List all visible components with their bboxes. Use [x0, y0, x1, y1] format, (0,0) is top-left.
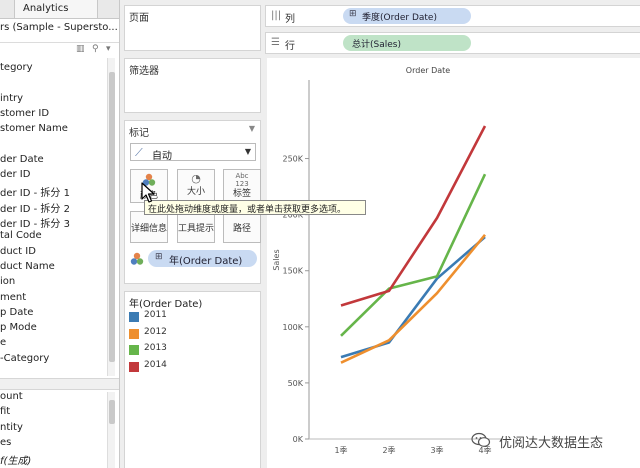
legend-label: 2013 — [144, 343, 167, 353]
expand-icon[interactable]: ⊞ — [155, 252, 163, 262]
marks-title: 标记 — [129, 128, 149, 139]
dimension-field[interactable]: stomer ID — [0, 108, 49, 123]
filters-card[interactable]: 筛选器 — [124, 58, 261, 113]
watermark: 优阅达大数据生态 — [471, 430, 631, 451]
legend-swatch — [129, 328, 139, 339]
columns-shelf[interactable]: ||| 列 ⊞ 季度(Order Date) — [265, 5, 640, 27]
legend-swatch — [129, 312, 139, 322]
legend-label: 2012 — [144, 326, 167, 337]
chevron-down-icon: ▼ — [244, 147, 251, 156]
y-tick-label: 50K — [288, 379, 304, 388]
dimension-field[interactable]: -Category — [0, 353, 49, 368]
size-button[interactable]: ◔ 大小 — [177, 169, 215, 203]
dimension-field[interactable]: der ID - 拆分 3 — [0, 215, 70, 230]
mark-type-select[interactable]: ⟋ 自动 ▼ — [130, 143, 256, 162]
dimension-field[interactable]: stomer Name — [0, 123, 68, 138]
y-tick-label: 250K — [282, 155, 303, 164]
columns-pill[interactable]: ⊞ 季度(Order Date) — [343, 8, 471, 24]
columns-icon: ||| — [271, 10, 282, 21]
wechat-icon — [471, 432, 491, 447]
legend-swatch — [129, 361, 139, 372]
x-tick-label: 1季 — [334, 445, 347, 455]
measures-scrollbar[interactable] — [107, 392, 115, 468]
label-button-label: 标签 — [232, 189, 251, 199]
line-chart: Order DateSales0K50K100K150K200K250K1季 2季… — [272, 66, 503, 455]
line-chart-icon: ⟋ — [135, 146, 143, 159]
rows-pill-label: 总计(Sales) — [352, 40, 401, 50]
data-pane-tools: ▥ ⚲ ▾ — [0, 42, 119, 56]
x-tick-label: 3季 — [430, 445, 443, 455]
dimension-field[interactable]: duct ID — [0, 246, 36, 261]
color-icon — [130, 252, 144, 265]
view-toggle-icon[interactable]: ▥ — [76, 44, 85, 54]
dimension-field[interactable]: der ID - 拆分 1 — [0, 184, 70, 199]
dimension-field[interactable]: ion — [0, 276, 15, 291]
dimension-field[interactable]: ment — [0, 292, 26, 307]
legend-title[interactable]: 年(Order Date) — [129, 295, 202, 310]
mark-color-pill[interactable]: ⊞ 年(Order Date) — [148, 250, 257, 267]
pages-title: 页面 — [129, 13, 149, 24]
measure-field[interactable]: fit — [0, 406, 10, 421]
legend-label: 2014 — [144, 359, 167, 370]
expand-icon[interactable]: ⊞ — [349, 9, 357, 19]
label-icon: Abc 123 — [235, 172, 249, 188]
marks-menu-icon[interactable]: ▼ — [249, 124, 255, 133]
y-tick-label: 0K — [293, 435, 304, 444]
measures-separator — [0, 378, 119, 390]
data-pane: Analytics rs (Sample - Supersto... ▥ ⚲ ▾… — [0, 0, 120, 468]
data-pane-tabbar: Analytics — [0, 0, 119, 19]
size-icon: ◔ — [191, 172, 201, 185]
dimension-field[interactable]: p Date — [0, 307, 33, 322]
pages-card[interactable]: 页面 — [124, 5, 261, 51]
chart-title: Order Date — [406, 66, 450, 75]
rows-icon: ☰ — [271, 37, 280, 48]
tooltip-button[interactable]: 工具提示 — [177, 211, 215, 243]
chart-area: Order Date Sales 0K 50K 100K 150K 200K 250K 1季 2季… — [267, 58, 640, 468]
measure-field[interactable]: ount — [0, 391, 23, 406]
path-button[interactable]: 路径 — [223, 211, 261, 243]
x-tick-label: 2季 — [382, 445, 395, 455]
measure-field[interactable]: f(生成) — [0, 452, 31, 467]
columns-pill-label: 季度(Order Date) — [362, 13, 437, 23]
series-line-2014[interactable] — [340, 125, 487, 307]
mark-type-value: 自动 — [152, 151, 172, 162]
tab-analytics[interactable]: Analytics — [14, 0, 98, 19]
color-legend-card: 年(Order Date) 2011 2012 2013 2014 — [124, 291, 261, 468]
filters-title: 筛选器 — [129, 66, 159, 77]
dimension-field[interactable]: der Date — [0, 154, 44, 169]
dimension-field[interactable]: tal Code — [0, 230, 42, 245]
mark-color-pill-label: 年(Order Date) — [169, 256, 243, 267]
pane-menu-icon[interactable]: ▾ — [106, 44, 111, 54]
legend-label: 2011 — [144, 310, 167, 320]
legend-swatch — [129, 345, 139, 355]
dimensions-scrollbar[interactable] — [107, 58, 115, 376]
dimension-field[interactable]: der ID — [0, 169, 30, 184]
size-button-label: 大小 — [186, 187, 205, 197]
dimension-field[interactable]: der ID - 拆分 2 — [0, 200, 70, 215]
dimension-field[interactable]: e — [0, 337, 6, 352]
y-tick-label: 100K — [282, 323, 303, 332]
label-button[interactable]: Abc 123 标签 — [223, 169, 261, 203]
rows-pill[interactable]: 总计(Sales) — [343, 35, 471, 51]
dimension-field[interactable]: intry — [0, 93, 23, 108]
watermark-text: 优阅达大数据生态 — [499, 436, 604, 451]
measure-field[interactable]: es — [0, 437, 11, 452]
drop-hint-tooltip: 在此处拖动维度或度量，或者单击获取更多选项。 — [144, 200, 366, 215]
rows-shelf[interactable]: ☰ 行 总计(Sales) — [265, 32, 640, 54]
y-axis-label: Sales — [272, 249, 281, 270]
mouse-cursor-icon — [141, 182, 155, 203]
rows-shelf-label: 行 — [285, 41, 295, 52]
dimension-field[interactable]: tegory — [0, 62, 33, 77]
datasource-name[interactable]: rs (Sample - Supersto... — [0, 22, 119, 38]
y-tick-label: 150K — [282, 267, 303, 276]
detail-button[interactable]: 详细信息 — [130, 211, 168, 243]
search-icon[interactable]: ⚲ — [92, 44, 99, 54]
dimension-field[interactable]: p Mode — [0, 322, 37, 337]
measure-field[interactable]: ntity — [0, 422, 23, 437]
dimension-field[interactable]: duct Name — [0, 261, 55, 276]
columns-shelf-label: 列 — [285, 14, 295, 25]
